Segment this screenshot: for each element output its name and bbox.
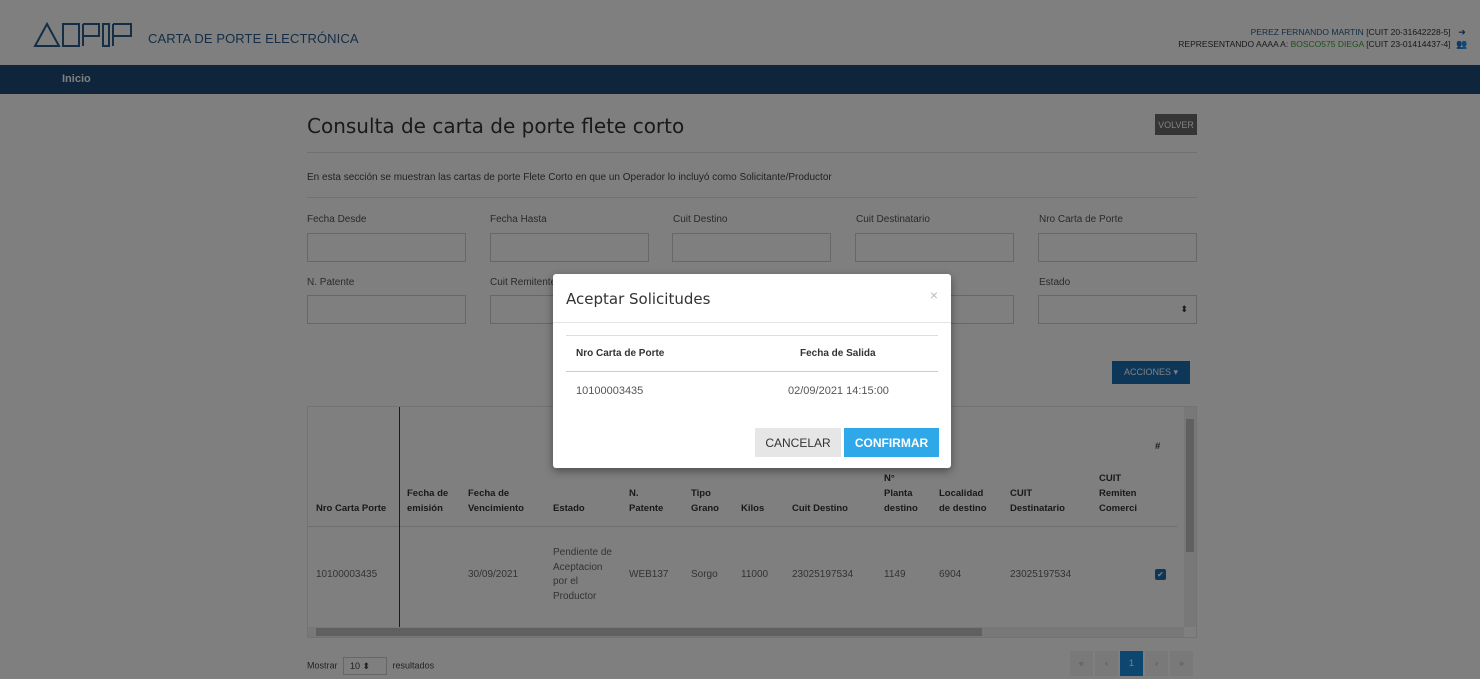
modal-col-nro-carta: Nro Carta de Porte <box>576 348 665 359</box>
modal-title: Aceptar Solicitudes <box>566 290 711 308</box>
cancel-button[interactable]: CANCELAR <box>755 428 841 457</box>
modal-table-border <box>566 335 938 336</box>
modal-cell-fecha-salida: 02/09/2021 14:15:00 <box>788 385 889 397</box>
modal-divider <box>553 322 951 323</box>
modal-table-border <box>566 371 938 372</box>
modal-cell-nro-carta: 10100003435 <box>576 385 644 397</box>
modal-col-fecha-salida: Fecha de Salida <box>800 348 876 359</box>
aceptar-solicitudes-modal: Aceptar Solicitudes × Nro Carta de Porte… <box>553 274 951 468</box>
confirm-button[interactable]: CONFIRMAR <box>844 428 939 457</box>
close-icon[interactable]: × <box>930 287 938 303</box>
